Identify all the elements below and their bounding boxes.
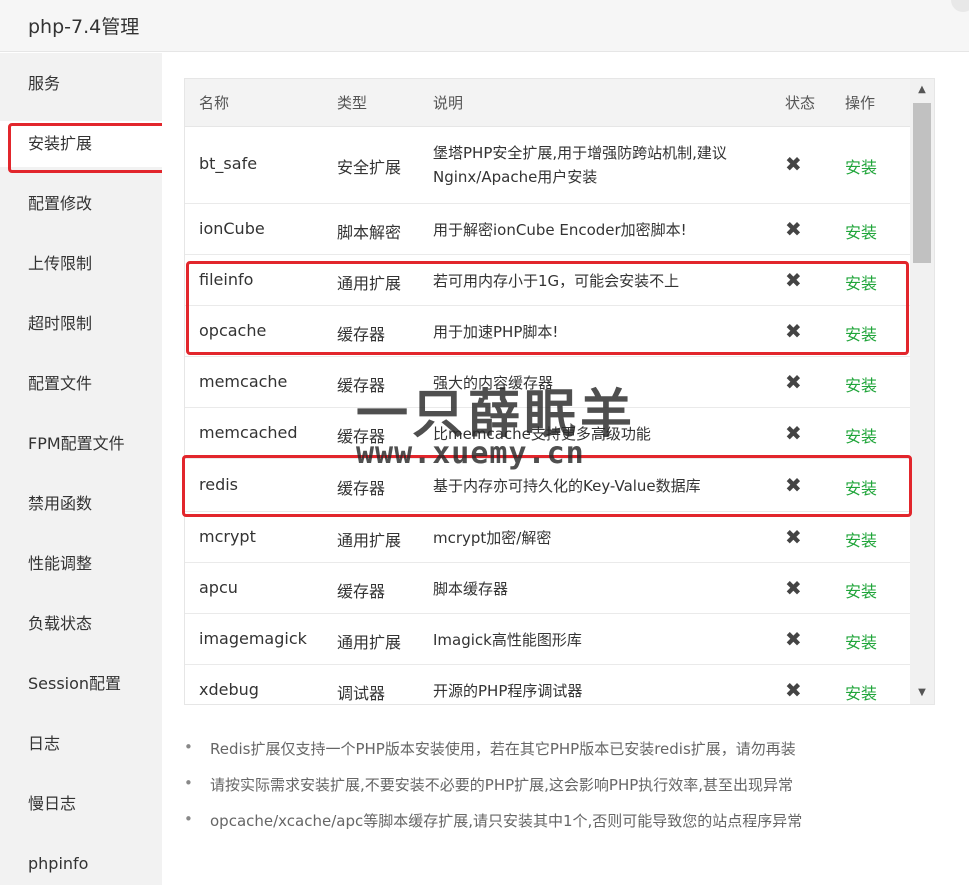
ext-type: 通用扩展 <box>337 633 402 652</box>
ext-type: 缓存器 <box>337 582 386 601</box>
install-button[interactable]: 安装 <box>845 680 877 704</box>
sidebar-item-config-edit[interactable]: 配置修改 <box>0 181 162 227</box>
header-action: 操作 <box>845 94 876 112</box>
install-button[interactable]: 安装 <box>845 154 877 178</box>
ext-name: imagemagick <box>199 629 307 648</box>
table-row: bt_safe 安全扩展 堡塔PHP安全扩展,用于增强防跨站机制,建议Nginx… <box>185 127 911 204</box>
extensions-table: 名称 类型 说明 状态 操作 bt_safe 安全扩展 堡塔PHP安全扩展,用于… <box>184 78 935 705</box>
header-type: 类型 <box>337 94 368 112</box>
list-item: • opcache/xcache/apc等脚本缓存扩展,请只安装其中1个,否则可… <box>184 810 944 834</box>
x-mark-icon: ✖ <box>785 152 802 176</box>
ext-name: apcu <box>199 578 238 597</box>
note-text: 请按实际需求安装扩展,不要安装不必要的PHP扩展,这会影响PHP执行效率,甚至出… <box>210 776 794 794</box>
table-scrollbar[interactable]: ▲ ▼ <box>910 79 934 704</box>
triangle-down-icon[interactable]: ▼ <box>910 682 934 704</box>
x-mark-icon: ✖ <box>785 217 802 241</box>
ext-name: xdebug <box>199 680 259 699</box>
sidebar-item-slow-log[interactable]: 慢日志 <box>0 781 162 827</box>
ext-type: 调试器 <box>337 684 386 703</box>
ext-type: 通用扩展 <box>337 531 402 550</box>
table-row: xdebug 调试器 开源的PHP程序调试器 ✖ 安装 <box>185 665 911 704</box>
ext-type: 缓存器 <box>337 376 386 395</box>
install-button[interactable]: 安装 <box>845 629 877 653</box>
sidebar-item-upload-limit[interactable]: 上传限制 <box>0 241 162 287</box>
close-icon[interactable] <box>951 0 969 12</box>
table-row: memcache 缓存器 强大的内容缓存器 ✖ 安装 <box>185 357 911 408</box>
ext-desc: 堡塔PHP安全扩展,用于增强防跨站机制,建议Nginx/Apache用户安装 <box>433 144 727 186</box>
table-row: ionCube 脚本解密 用于解密ionCube Encoder加密脚本! ✖ … <box>185 204 911 255</box>
install-button[interactable]: 安装 <box>845 219 877 243</box>
x-mark-icon: ✖ <box>785 678 802 702</box>
note-text: Redis扩展仅支持一个PHP版本安装使用，若在其它PHP版本已安装redis扩… <box>210 740 796 758</box>
bullet-icon: • <box>184 738 193 756</box>
ext-desc: 开源的PHP程序调试器 <box>433 682 583 700</box>
x-mark-icon: ✖ <box>785 576 802 600</box>
x-mark-icon: ✖ <box>785 627 802 651</box>
ext-name: mcrypt <box>199 527 256 546</box>
table-row: mcrypt 通用扩展 mcrypt加密/解密 ✖ 安装 <box>185 512 911 563</box>
install-button[interactable]: 安装 <box>845 423 877 447</box>
highlight-box-redis <box>182 455 912 517</box>
sidebar-item-session-config[interactable]: Session配置 <box>0 661 162 707</box>
list-item: • Redis扩展仅支持一个PHP版本安装使用，若在其它PHP版本已安装redi… <box>184 738 944 762</box>
note-text: opcache/xcache/apc等脚本缓存扩展,请只安装其中1个,否则可能导… <box>210 812 803 830</box>
ext-type: 脚本解密 <box>337 223 402 242</box>
bullet-icon: • <box>184 810 193 828</box>
table-row: imagemagick 通用扩展 Imagick高性能图形库 ✖ 安装 <box>185 614 911 665</box>
ext-desc: 脚本缓存器 <box>433 580 509 598</box>
ext-desc: mcrypt加密/解密 <box>433 529 552 547</box>
table-header: 名称 类型 说明 状态 操作 <box>185 79 911 127</box>
header-name: 名称 <box>199 94 230 112</box>
ext-type: 安全扩展 <box>337 158 402 177</box>
header-desc: 说明 <box>433 94 464 112</box>
ext-name: memcache <box>199 372 288 391</box>
ext-name: memcached <box>199 423 298 442</box>
bullet-icon: • <box>184 774 193 792</box>
ext-desc: 用于解密ionCube Encoder加密脚本! <box>433 221 687 239</box>
sidebar-item-fpm-config[interactable]: FPM配置文件 <box>0 421 162 467</box>
scrollbar-thumb[interactable] <box>913 103 931 263</box>
highlight-box-fileinfo-opcache <box>186 261 909 355</box>
x-mark-icon: ✖ <box>785 525 802 549</box>
table-row: apcu 缓存器 脚本缓存器 ✖ 安装 <box>185 563 911 614</box>
sidebar-item-phpinfo[interactable]: phpinfo <box>0 841 162 887</box>
sidebar: 服务 安装扩展 配置修改 上传限制 超时限制 配置文件 FPM配置文件 禁用函数… <box>0 53 162 885</box>
install-button[interactable]: 安装 <box>845 527 877 551</box>
sidebar-item-timeout-limit[interactable]: 超时限制 <box>0 301 162 347</box>
ext-type: 缓存器 <box>337 427 386 446</box>
sidebar-item-load-status[interactable]: 负载状态 <box>0 601 162 647</box>
highlight-box-sidebar <box>8 123 168 173</box>
sidebar-item-service[interactable]: 服务 <box>0 61 162 107</box>
ext-desc: Imagick高性能图形库 <box>433 631 582 649</box>
window-titlebar: php-7.4管理 <box>0 0 969 52</box>
header-status: 状态 <box>785 94 816 112</box>
ext-name: ionCube <box>199 219 265 238</box>
sidebar-item-disabled-functions[interactable]: 禁用函数 <box>0 481 162 527</box>
install-button[interactable]: 安装 <box>845 372 877 396</box>
sidebar-item-performance[interactable]: 性能调整 <box>0 541 162 587</box>
window-title: php-7.4管理 <box>28 16 140 38</box>
sidebar-item-log[interactable]: 日志 <box>0 721 162 767</box>
x-mark-icon: ✖ <box>785 370 802 394</box>
ext-desc: 比memcache支持更多高级功能 <box>433 425 651 443</box>
list-item: • 请按实际需求安装扩展,不要安装不必要的PHP扩展,这会影响PHP执行效率,甚… <box>184 774 944 798</box>
sidebar-item-config-file[interactable]: 配置文件 <box>0 361 162 407</box>
install-button[interactable]: 安装 <box>845 578 877 602</box>
x-mark-icon: ✖ <box>785 421 802 445</box>
table-row: memcached 缓存器 比memcache支持更多高级功能 ✖ 安装 <box>185 408 911 459</box>
ext-desc: 强大的内容缓存器 <box>433 374 554 392</box>
ext-name: bt_safe <box>199 154 258 173</box>
triangle-up-icon[interactable]: ▲ <box>910 79 934 101</box>
